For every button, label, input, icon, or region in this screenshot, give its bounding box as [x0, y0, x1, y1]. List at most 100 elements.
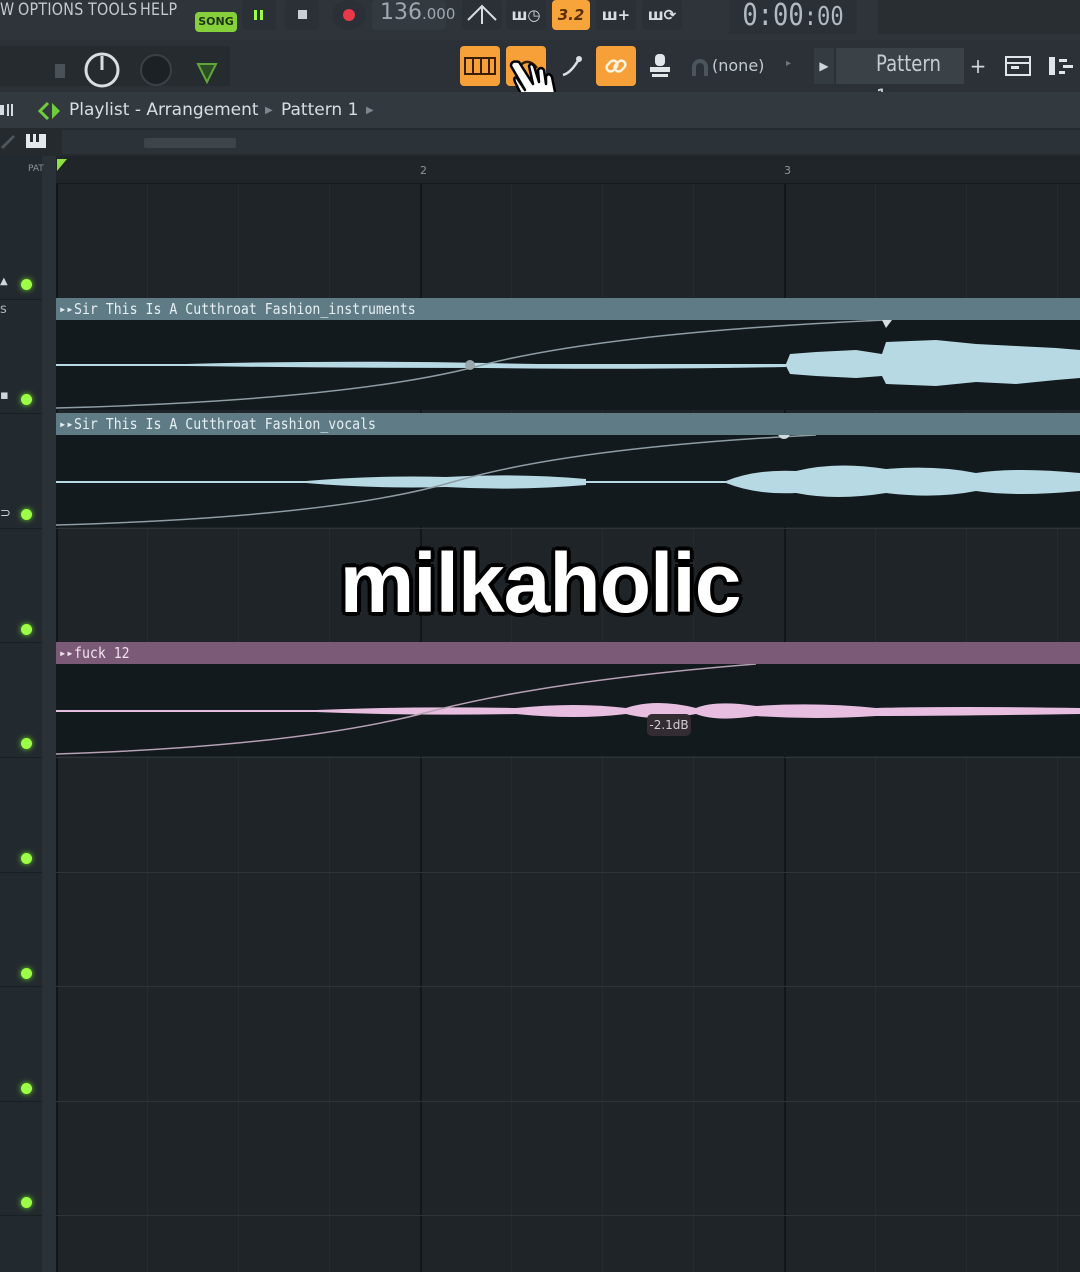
tuning-icon[interactable] — [194, 58, 220, 88]
hint-icon — [55, 64, 65, 78]
menu-tools[interactable]: TOOLS — [88, 0, 137, 20]
audio-clip-fuck-12[interactable]: ▸▸ fuck 12 — [56, 642, 1080, 756]
video-caption-overlay: milkaholic — [339, 536, 742, 630]
waveform-instruments — [56, 319, 1080, 409]
metronome-button[interactable] — [462, 0, 502, 30]
overview-scrollbar[interactable] — [62, 130, 1080, 154]
record-button[interactable] — [332, 0, 366, 30]
add-pattern-button[interactable]: + — [968, 48, 988, 84]
time-ms: :00 — [803, 2, 844, 32]
tool-draw-mode[interactable] — [460, 46, 500, 86]
clip-title-bar[interactable]: ▸▸ Sir This Is A Cutthroat Fashion_instr… — [56, 298, 1080, 320]
waveform-vocals — [56, 427, 1080, 526]
volume-tooltip: -2.1dB — [647, 714, 691, 736]
tempo-integer: 136 — [380, 0, 422, 25]
piano-roll-icon — [1049, 57, 1073, 75]
track-header-column: PAT ▲ s ▪ ⊃ — [0, 156, 56, 1272]
playhead-marker-icon[interactable] — [56, 158, 68, 172]
track-grip-icon[interactable]: ▪ — [0, 388, 9, 403]
track-1-led[interactable] — [21, 279, 32, 290]
stop-icon — [298, 10, 307, 19]
track-link-icon[interactable]: ⊃ — [0, 506, 11, 521]
clip-title-bar[interactable]: ▸▸ Sir This Is A Cutthroat Fashion_vocal… — [56, 413, 1080, 435]
magnet-icon[interactable] — [690, 58, 710, 80]
stop-button[interactable] — [285, 0, 319, 30]
menu-help[interactable]: HELP — [140, 0, 177, 20]
top-menu-bar: W OPTIONS TOOLS HELP SONG 136.000 ш◷ 3.2… — [0, 0, 1080, 40]
pat-label: PAT — [28, 164, 44, 174]
snap-arrow-icon[interactable]: ▸ — [786, 58, 791, 69]
bar-number-2: 2 — [420, 164, 427, 177]
grid-track-line — [56, 1100, 1080, 1102]
clip-name: Sir This Is A Cutthroat Fashion_instrume… — [74, 300, 416, 318]
overview-scroll-thumb[interactable] — [144, 138, 236, 148]
track-separator — [0, 1100, 42, 1102]
tempo-display[interactable]: 136.000 — [372, 0, 455, 30]
playlist-button[interactable] — [998, 46, 1038, 86]
loop-record-button[interactable]: ш⟳ — [642, 0, 682, 30]
stamp-icon — [650, 54, 670, 77]
clip-menu-arrow-icon[interactable]: ▸▸ — [59, 642, 73, 664]
breadcrumb-pattern[interactable]: Pattern 1 — [281, 100, 358, 120]
keyboard-icon[interactable] — [24, 132, 48, 152]
playlist-title: Playlist - Arrangement — [69, 100, 259, 120]
track-separator — [0, 298, 42, 300]
master-pitch-knob[interactable] — [138, 52, 178, 92]
song-time-display[interactable]: 0:00:00 — [729, 0, 857, 34]
wait-input-icon: ш◷ — [511, 6, 541, 24]
track-9-led[interactable] — [21, 1197, 32, 1208]
clip-menu-arrow-icon[interactable]: ▸▸ — [59, 413, 73, 435]
clip-menu-arrow-icon[interactable]: ▸▸ — [59, 298, 73, 320]
playlist-overview[interactable] — [0, 128, 1080, 156]
audio-clip-instruments[interactable]: ▸▸ Sir This Is A Cutthroat Fashion_instr… — [56, 298, 1080, 410]
playlist-arrows-icon[interactable] — [38, 101, 62, 121]
track-separator — [0, 527, 42, 529]
track-6-led[interactable] — [21, 853, 32, 864]
track-3-led[interactable] — [21, 509, 32, 520]
pattern-prev-button[interactable]: ▶ — [814, 48, 834, 84]
metronome-icon — [467, 4, 497, 24]
collapse-arrow-icon[interactable]: ▲ — [0, 276, 8, 287]
breadcrumb-arrow-icon: ▶ — [366, 105, 374, 116]
song-mode-toggle[interactable]: SONG — [195, 12, 237, 32]
track-separator — [0, 871, 42, 873]
bar-number-3: 3 — [784, 164, 791, 177]
playlist-grid[interactable]: ▸▸ Sir This Is A Cutthroat Fashion_instr… — [56, 184, 1080, 1272]
track-2-led[interactable] — [21, 394, 32, 405]
audio-clip-vocals[interactable]: ▸▸ Sir This Is A Cutthroat Fashion_vocal… — [56, 413, 1080, 527]
piano-grid-icon — [464, 57, 496, 75]
track-strip-handle — [42, 156, 56, 1272]
clip-waveform-area — [56, 427, 1080, 527]
track-8-led[interactable] — [21, 1083, 32, 1094]
track-7-led[interactable] — [21, 968, 32, 979]
clip-name: fuck 12 — [74, 644, 130, 662]
pattern-selector[interactable]: Pattern 1 — [836, 48, 964, 111]
pencil-icon[interactable] — [0, 132, 20, 150]
record-icon — [343, 9, 355, 21]
grid-track-line — [56, 1215, 1080, 1217]
breadcrumb-arrow-icon: ▶ — [265, 105, 273, 116]
step-edit-button[interactable]: ш+ — [596, 0, 636, 30]
piano-roll-button[interactable] — [1042, 46, 1080, 86]
track-separator — [0, 642, 42, 644]
timeline-ruler[interactable]: 2 3 — [56, 156, 1080, 184]
clip-title-bar[interactable]: ▸▸ fuck 12 — [56, 642, 1080, 664]
countdown-button[interactable]: 3.2 — [552, 0, 590, 30]
menu-options[interactable]: OPTIONS — [18, 0, 84, 20]
pause-button[interactable] — [242, 0, 276, 30]
tempo-decimal: .000 — [422, 5, 456, 23]
speaker-icon[interactable] — [0, 102, 16, 118]
menu-view[interactable]: W — [0, 0, 14, 20]
step-edit-icon: ш+ — [601, 6, 631, 24]
track-5-led[interactable] — [21, 738, 32, 749]
wait-for-input-button[interactable]: ш◷ — [506, 0, 546, 30]
master-volume-knob[interactable] — [82, 50, 130, 98]
loop-record-icon: ш⟳ — [647, 6, 677, 24]
track-label-fragment: s — [0, 302, 7, 317]
clip-waveform-area — [56, 663, 1080, 756]
track-separator — [0, 757, 42, 758]
waveform-fuck-12 — [56, 663, 1080, 755]
tool-link-channels[interactable] — [596, 46, 636, 86]
tool-stamp[interactable] — [640, 46, 680, 86]
snap-selector[interactable]: (none) — [712, 56, 764, 75]
